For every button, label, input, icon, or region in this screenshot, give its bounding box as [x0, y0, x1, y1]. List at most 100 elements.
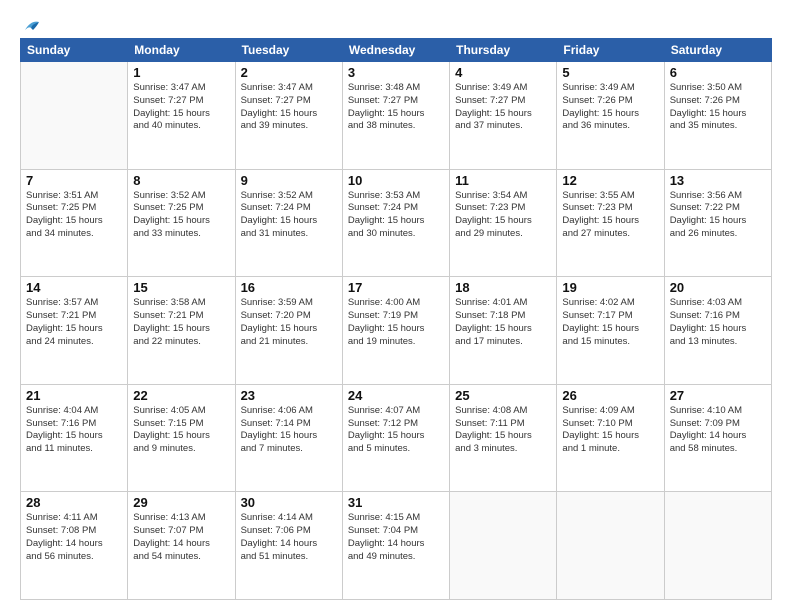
col-header-friday: Friday [557, 39, 664, 62]
calendar-week-row: 21 Sunrise: 4:04 AM Sunset: 7:16 PM Dayli… [21, 384, 772, 492]
col-header-monday: Monday [128, 39, 235, 62]
day-number: 5 [562, 65, 658, 80]
cell-details: Sunrise: 4:00 AM Sunset: 7:19 PM Dayligh… [348, 297, 444, 348]
calendar-cell [664, 492, 771, 600]
calendar-cell: 26 Sunrise: 4:09 AM Sunset: 7:10 PM Dayli… [557, 384, 664, 492]
day-number: 27 [670, 388, 766, 403]
cell-details: Sunrise: 3:59 AM Sunset: 7:20 PM Dayligh… [241, 297, 337, 348]
calendar-cell: 15 Sunrise: 3:58 AM Sunset: 7:21 PM Dayli… [128, 277, 235, 385]
cell-details: Sunrise: 4:14 AM Sunset: 7:06 PM Dayligh… [241, 512, 337, 563]
day-number: 3 [348, 65, 444, 80]
day-number: 29 [133, 495, 229, 510]
day-number: 12 [562, 173, 658, 188]
calendar-cell: 6 Sunrise: 3:50 AM Sunset: 7:26 PM Daylig… [664, 62, 771, 170]
calendar-cell: 11Sunrise: 3:54 AM Sunset: 7:23 PM Dayli… [450, 169, 557, 277]
calendar-cell: 21 Sunrise: 4:04 AM Sunset: 7:16 PM Dayli… [21, 384, 128, 492]
calendar-cell [557, 492, 664, 600]
col-header-saturday: Saturday [664, 39, 771, 62]
calendar-cell: 9 Sunrise: 3:52 AM Sunset: 7:24 PM Daylig… [235, 169, 342, 277]
calendar-cell: 30 Sunrise: 4:14 AM Sunset: 7:06 PM Dayli… [235, 492, 342, 600]
day-number: 8 [133, 173, 229, 188]
day-number: 11 [455, 173, 551, 188]
cell-details: Sunrise: 4:04 AM Sunset: 7:16 PM Dayligh… [26, 405, 122, 456]
calendar-cell: 24 Sunrise: 4:07 AM Sunset: 7:12 PM Dayli… [342, 384, 449, 492]
calendar-cell: 2 Sunrise: 3:47 AM Sunset: 7:27 PM Daylig… [235, 62, 342, 170]
calendar-cell: 5 Sunrise: 3:49 AM Sunset: 7:26 PM Daylig… [557, 62, 664, 170]
cell-details: Sunrise: 4:10 AM Sunset: 7:09 PM Dayligh… [670, 405, 766, 456]
col-header-wednesday: Wednesday [342, 39, 449, 62]
cell-details: Sunrise: 3:49 AM Sunset: 7:27 PM Dayligh… [455, 82, 551, 133]
calendar-cell: 20 Sunrise: 4:03 AM Sunset: 7:16 PM Dayli… [664, 277, 771, 385]
col-header-thursday: Thursday [450, 39, 557, 62]
calendar-cell: 10 Sunrise: 3:53 AM Sunset: 7:24 PM Dayli… [342, 169, 449, 277]
day-number: 18 [455, 280, 551, 295]
cell-details: Sunrise: 3:57 AM Sunset: 7:21 PM Dayligh… [26, 297, 122, 348]
cell-details: Sunrise: 3:50 AM Sunset: 7:26 PM Dayligh… [670, 82, 766, 133]
cell-details: Sunrise: 4:01 AM Sunset: 7:18 PM Dayligh… [455, 297, 551, 348]
calendar-week-row: 1Sunrise: 3:47 AM Sunset: 7:27 PM Daylig… [21, 62, 772, 170]
day-number: 22 [133, 388, 229, 403]
col-header-sunday: Sunday [21, 39, 128, 62]
calendar-header-row: SundayMondayTuesdayWednesdayThursdayFrid… [21, 39, 772, 62]
day-number: 9 [241, 173, 337, 188]
day-number: 19 [562, 280, 658, 295]
calendar-table: SundayMondayTuesdayWednesdayThursdayFrid… [20, 38, 772, 600]
cell-details: Sunrise: 4:09 AM Sunset: 7:10 PM Dayligh… [562, 405, 658, 456]
calendar-cell: 16 Sunrise: 3:59 AM Sunset: 7:20 PM Dayli… [235, 277, 342, 385]
calendar-cell: 25Sunrise: 4:08 AM Sunset: 7:11 PM Dayli… [450, 384, 557, 492]
calendar-week-row: 28Sunrise: 4:11 AM Sunset: 7:08 PM Dayli… [21, 492, 772, 600]
cell-details: Sunrise: 3:53 AM Sunset: 7:24 PM Dayligh… [348, 190, 444, 241]
day-number: 16 [241, 280, 337, 295]
calendar-cell: 13 Sunrise: 3:56 AM Sunset: 7:22 PM Dayli… [664, 169, 771, 277]
calendar-cell: 14 Sunrise: 3:57 AM Sunset: 7:21 PM Dayli… [21, 277, 128, 385]
cell-details: Sunrise: 3:51 AM Sunset: 7:25 PM Dayligh… [26, 190, 122, 241]
calendar-cell: 12Sunrise: 3:55 AM Sunset: 7:23 PM Dayli… [557, 169, 664, 277]
cell-details: Sunrise: 3:49 AM Sunset: 7:26 PM Dayligh… [562, 82, 658, 133]
day-number: 13 [670, 173, 766, 188]
day-number: 17 [348, 280, 444, 295]
day-number: 31 [348, 495, 444, 510]
logo [20, 18, 41, 30]
cell-details: Sunrise: 3:47 AM Sunset: 7:27 PM Dayligh… [241, 82, 337, 133]
day-number: 2 [241, 65, 337, 80]
calendar-cell: 22 Sunrise: 4:05 AM Sunset: 7:15 PM Dayli… [128, 384, 235, 492]
calendar-cell [450, 492, 557, 600]
calendar-cell: 1Sunrise: 3:47 AM Sunset: 7:27 PM Daylig… [128, 62, 235, 170]
day-number: 10 [348, 173, 444, 188]
day-number: 24 [348, 388, 444, 403]
cell-details: Sunrise: 3:48 AM Sunset: 7:27 PM Dayligh… [348, 82, 444, 133]
cell-details: Sunrise: 4:02 AM Sunset: 7:17 PM Dayligh… [562, 297, 658, 348]
day-number: 30 [241, 495, 337, 510]
cell-details: Sunrise: 4:06 AM Sunset: 7:14 PM Dayligh… [241, 405, 337, 456]
logo-bird-icon [23, 18, 41, 34]
calendar-cell: 4 Sunrise: 3:49 AM Sunset: 7:27 PM Daylig… [450, 62, 557, 170]
calendar-week-row: 7 Sunrise: 3:51 AM Sunset: 7:25 PM Daylig… [21, 169, 772, 277]
cell-details: Sunrise: 4:07 AM Sunset: 7:12 PM Dayligh… [348, 405, 444, 456]
cell-details: Sunrise: 3:47 AM Sunset: 7:27 PM Dayligh… [133, 82, 229, 133]
day-number: 21 [26, 388, 122, 403]
calendar-cell: 29Sunrise: 4:13 AM Sunset: 7:07 PM Dayli… [128, 492, 235, 600]
day-number: 23 [241, 388, 337, 403]
day-number: 26 [562, 388, 658, 403]
calendar-cell: 8 Sunrise: 3:52 AM Sunset: 7:25 PM Daylig… [128, 169, 235, 277]
cell-details: Sunrise: 3:52 AM Sunset: 7:25 PM Dayligh… [133, 190, 229, 241]
calendar-cell: 3 Sunrise: 3:48 AM Sunset: 7:27 PM Daylig… [342, 62, 449, 170]
calendar-cell: 23 Sunrise: 4:06 AM Sunset: 7:14 PM Dayli… [235, 384, 342, 492]
cell-details: Sunrise: 4:03 AM Sunset: 7:16 PM Dayligh… [670, 297, 766, 348]
day-number: 14 [26, 280, 122, 295]
calendar-cell: 18 Sunrise: 4:01 AM Sunset: 7:18 PM Dayli… [450, 277, 557, 385]
cell-details: Sunrise: 4:15 AM Sunset: 7:04 PM Dayligh… [348, 512, 444, 563]
cell-details: Sunrise: 3:58 AM Sunset: 7:21 PM Dayligh… [133, 297, 229, 348]
day-number: 4 [455, 65, 551, 80]
cell-details: Sunrise: 4:05 AM Sunset: 7:15 PM Dayligh… [133, 405, 229, 456]
calendar-page: SundayMondayTuesdayWednesdayThursdayFrid… [0, 0, 792, 612]
day-number: 6 [670, 65, 766, 80]
day-number: 15 [133, 280, 229, 295]
day-number: 20 [670, 280, 766, 295]
calendar-cell: 17 Sunrise: 4:00 AM Sunset: 7:19 PM Dayli… [342, 277, 449, 385]
cell-details: Sunrise: 3:52 AM Sunset: 7:24 PM Dayligh… [241, 190, 337, 241]
cell-details: Sunrise: 3:56 AM Sunset: 7:22 PM Dayligh… [670, 190, 766, 241]
day-number: 7 [26, 173, 122, 188]
calendar-cell: 31 Sunrise: 4:15 AM Sunset: 7:04 PM Dayli… [342, 492, 449, 600]
calendar-cell: 19 Sunrise: 4:02 AM Sunset: 7:17 PM Dayli… [557, 277, 664, 385]
